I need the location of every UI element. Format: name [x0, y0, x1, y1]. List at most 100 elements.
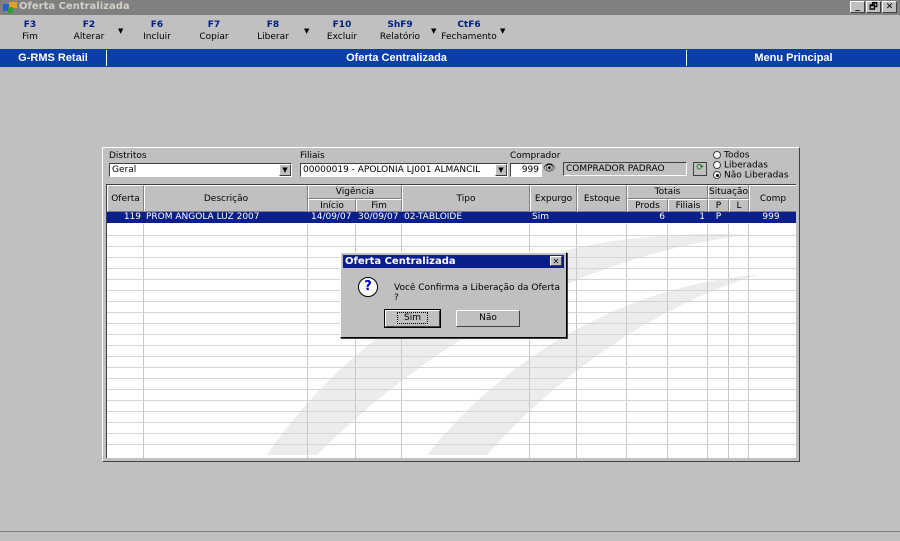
relatorio-dropdown-icon[interactable]: ▼ — [431, 27, 436, 35]
button-label: Liberar — [257, 32, 289, 42]
nav-current-page: Oferta Centralizada — [106, 50, 686, 66]
status-bar — [0, 531, 900, 541]
header-descricao[interactable]: Descrição — [144, 185, 308, 212]
app-icon — [3, 2, 17, 13]
header-l[interactable]: L — [729, 199, 749, 212]
window-titlebar: Oferta Centralizada _ 🗗 ✕ — [0, 0, 900, 15]
header-oferta[interactable]: Oferta — [107, 185, 144, 212]
minimize-button[interactable]: _ — [850, 1, 865, 13]
toolbar-fim-button[interactable]: F3 Fim — [16, 20, 44, 44]
binoculars-search-icon[interactable]: 👁 — [543, 163, 556, 174]
comprador-name: COMPRADOR PADRAO — [566, 164, 665, 174]
filiais-combo[interactable]: 00000019 - APOLONIA LJ001 ALMANCIL ▼ — [300, 163, 508, 177]
shortcut-key: ShF9 — [387, 20, 413, 30]
header-inicio[interactable]: Início — [308, 199, 356, 212]
header-estoque[interactable]: Estoque — [577, 185, 627, 212]
button-label: Relatório — [379, 32, 421, 42]
toolbar-liberar-button[interactable]: F8 Liberar — [256, 20, 290, 44]
radio-label: Todos — [724, 150, 750, 161]
chevron-down-icon[interactable]: ▼ — [495, 164, 507, 176]
cell-tipo: 02-TABLOIDE — [404, 212, 463, 222]
close-icon[interactable]: ✕ — [550, 256, 562, 266]
toolbar: F3 Fim F2 Alterar ▼ F6 Incluir F7 Copiar… — [0, 15, 900, 48]
comprador-code-field[interactable]: 999 — [510, 163, 542, 177]
header-situacao: Situação — [708, 185, 749, 199]
refresh-icon[interactable]: ⟳ — [693, 162, 707, 176]
distritos-label: Distritos — [109, 151, 147, 161]
toolbar-alterar-button[interactable]: F2 Alterar — [72, 20, 106, 44]
yes-button[interactable]: Sim — [384, 309, 441, 328]
button-label: Excluir — [326, 32, 358, 42]
distritos-combo[interactable]: Geral ▼ — [109, 163, 292, 177]
shortcut-key: F2 — [82, 20, 96, 30]
toolbar-relatorio-button[interactable]: ShF9 Relatório — [378, 20, 422, 44]
cell-fim: 30/09/07 — [358, 212, 399, 222]
distritos-value: Geral — [112, 165, 137, 175]
shortcut-key: F8 — [266, 20, 280, 30]
shortcut-key: CtF6 — [457, 20, 481, 30]
question-icon: ? — [358, 277, 378, 297]
radio-circle-icon — [713, 161, 721, 169]
comprador-name-field: COMPRADOR PADRAO — [563, 162, 687, 176]
radio-selected-icon — [713, 171, 721, 179]
header-comp[interactable]: Comp — [749, 185, 796, 212]
no-button[interactable]: Não — [456, 310, 520, 327]
header-prods[interactable]: Prods — [627, 199, 668, 212]
header-tipo[interactable]: Tipo — [402, 185, 530, 212]
button-label: Copiar — [199, 32, 229, 42]
liberar-dropdown-icon[interactable]: ▼ — [304, 27, 309, 35]
button-label: Alterar — [73, 32, 105, 42]
cell-comp: 999 — [762, 212, 780, 222]
shortcut-key: F3 — [23, 20, 37, 30]
radio-circle-icon — [713, 151, 721, 159]
cell-oferta: 119 — [123, 212, 141, 222]
button-label: Fechamento — [441, 32, 497, 42]
shortcut-key: F10 — [332, 20, 352, 30]
shortcut-key: F6 — [150, 20, 164, 30]
chevron-down-icon[interactable]: ▼ — [279, 164, 291, 176]
cell-inicio: 14/09/07 — [311, 212, 352, 222]
header-expurgo[interactable]: Expurgo — [530, 185, 577, 212]
comprador-code: 999 — [521, 165, 539, 175]
header-vigencia: Vigência — [308, 185, 402, 199]
cell-expurgo: Sim — [532, 212, 549, 222]
filiais-value: 00000019 - APOLONIA LJ001 ALMANCIL — [303, 165, 481, 175]
dialog-title: Oferta Centralizada — [345, 256, 456, 267]
toolbar-copiar-button[interactable]: F7 Copiar — [197, 20, 231, 44]
table-row[interactable]: 119 PROM ANGOLA LUZ 2007 14/09/07 30/09/… — [107, 212, 796, 223]
radio-label: Não Liberadas — [724, 170, 789, 181]
yes-button-label: Sim — [397, 312, 428, 324]
close-button[interactable]: ✕ — [882, 1, 897, 13]
header-fim[interactable]: Fim — [356, 199, 402, 212]
nav-home[interactable]: G-RMS Retail — [0, 50, 106, 66]
header-totais: Totais — [627, 185, 708, 199]
cell-descricao: PROM ANGOLA LUZ 2007 — [146, 212, 260, 222]
radio-nao-liberadas[interactable]: Não Liberadas — [713, 171, 789, 181]
radio-todos[interactable]: Todos — [713, 151, 749, 161]
header-filiais[interactable]: Filiais — [668, 199, 708, 212]
confirm-dialog: Oferta Centralizada ✕ ? Você Confirma a … — [340, 252, 567, 338]
comprador-label: Comprador — [510, 151, 561, 161]
header-p[interactable]: P — [708, 199, 729, 212]
radio-liberadas[interactable]: Liberadas — [713, 161, 768, 171]
nav-bar: G-RMS Retail Oferta Centralizada Menu Pr… — [0, 49, 900, 67]
nav-main-menu[interactable]: Menu Principal — [686, 50, 900, 66]
toolbar-excluir-button[interactable]: F10 Excluir — [325, 20, 359, 44]
filiais-label: Filiais — [300, 151, 325, 161]
cell-filiais: 1 — [699, 212, 705, 222]
radio-label: Liberadas — [724, 160, 768, 171]
cell-p: P — [715, 212, 722, 222]
alterar-dropdown-icon[interactable]: ▼ — [118, 27, 123, 35]
no-button-label: Não — [479, 313, 497, 323]
fechamento-dropdown-icon[interactable]: ▼ — [500, 27, 505, 35]
dialog-titlebar: Oferta Centralizada ✕ — [343, 255, 564, 268]
button-label: Fim — [22, 32, 38, 42]
restore-button[interactable]: 🗗 — [866, 1, 881, 13]
toolbar-incluir-button[interactable]: F6 Incluir — [140, 20, 174, 44]
shortcut-key: F7 — [207, 20, 221, 30]
cell-prods: 6 — [659, 212, 665, 222]
window-title: Oferta Centralizada — [19, 1, 130, 12]
button-label: Incluir — [143, 32, 171, 42]
toolbar-fechamento-button[interactable]: CtF6 Fechamento — [441, 20, 497, 44]
dialog-message: Você Confirma a Liberação da Oferta ? — [394, 283, 560, 303]
